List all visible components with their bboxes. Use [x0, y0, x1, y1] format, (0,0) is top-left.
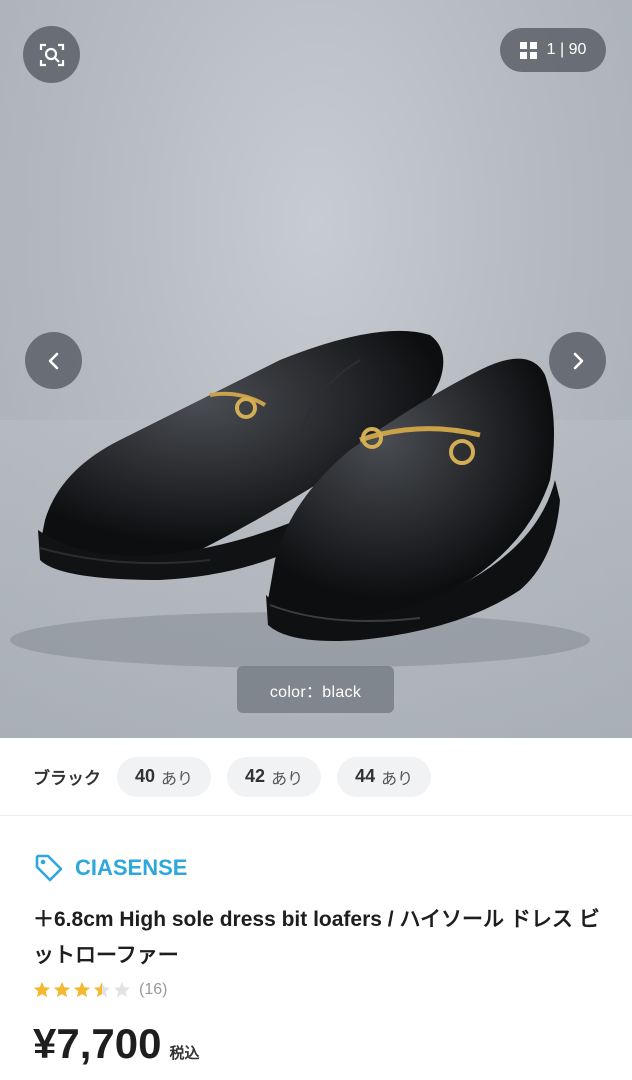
tag-icon	[35, 854, 63, 882]
size-chip-40[interactable]: 40 あり	[117, 756, 212, 797]
stock-status: あり	[381, 770, 414, 788]
chevron-left-icon	[48, 352, 58, 369]
image-counter-text: 1 | 90	[546, 41, 587, 58]
variant-selector: ブラック 40 あり 42 あり 44 あり	[0, 738, 632, 816]
size-chip-44[interactable]: 44 あり	[337, 756, 432, 797]
next-image-button[interactable]	[549, 332, 606, 389]
size-value: 42	[245, 766, 266, 786]
rating-row[interactable]: (16)	[33, 978, 603, 1002]
image-caption: color：black	[237, 666, 394, 713]
image-search-button[interactable]	[23, 26, 80, 83]
size-value: 40	[135, 766, 156, 786]
star-icon	[114, 982, 130, 997]
brand-link[interactable]: CIASENSE	[33, 848, 603, 888]
stock-status: あり	[271, 770, 304, 788]
size-value: 44	[355, 766, 376, 786]
product-info: CIASENSE ＋6.8cm High sole dress bit loaf…	[33, 848, 603, 1068]
previous-image-button[interactable]	[25, 332, 82, 389]
stock-status: あり	[161, 770, 194, 788]
image-counter-button[interactable]: 1 | 90	[500, 28, 606, 72]
color-label: ブラック	[33, 769, 101, 788]
product-image-gallery[interactable]: 1 | 90 color：black	[0, 0, 632, 738]
star-icon	[54, 982, 70, 997]
star-rating	[33, 981, 131, 999]
star-icon	[34, 982, 50, 997]
image-search-icon	[39, 43, 64, 66]
size-chip-42[interactable]: 42 あり	[227, 756, 322, 797]
tax-label: 税込	[169, 1045, 200, 1062]
chevron-right-icon	[573, 352, 583, 369]
review-count: (16)	[139, 981, 168, 998]
grid-icon	[519, 41, 537, 59]
star-icon	[74, 982, 90, 997]
product-photo	[0, 330, 632, 738]
star-icon	[94, 982, 110, 997]
brand-name: CIASENSE	[75, 855, 188, 880]
price-row: ¥7,700 税込	[33, 1020, 603, 1068]
product-title: ＋6.8cm High sole dress bit loafers / ハイソ…	[33, 908, 600, 967]
price: ¥7,700	[33, 1020, 162, 1067]
